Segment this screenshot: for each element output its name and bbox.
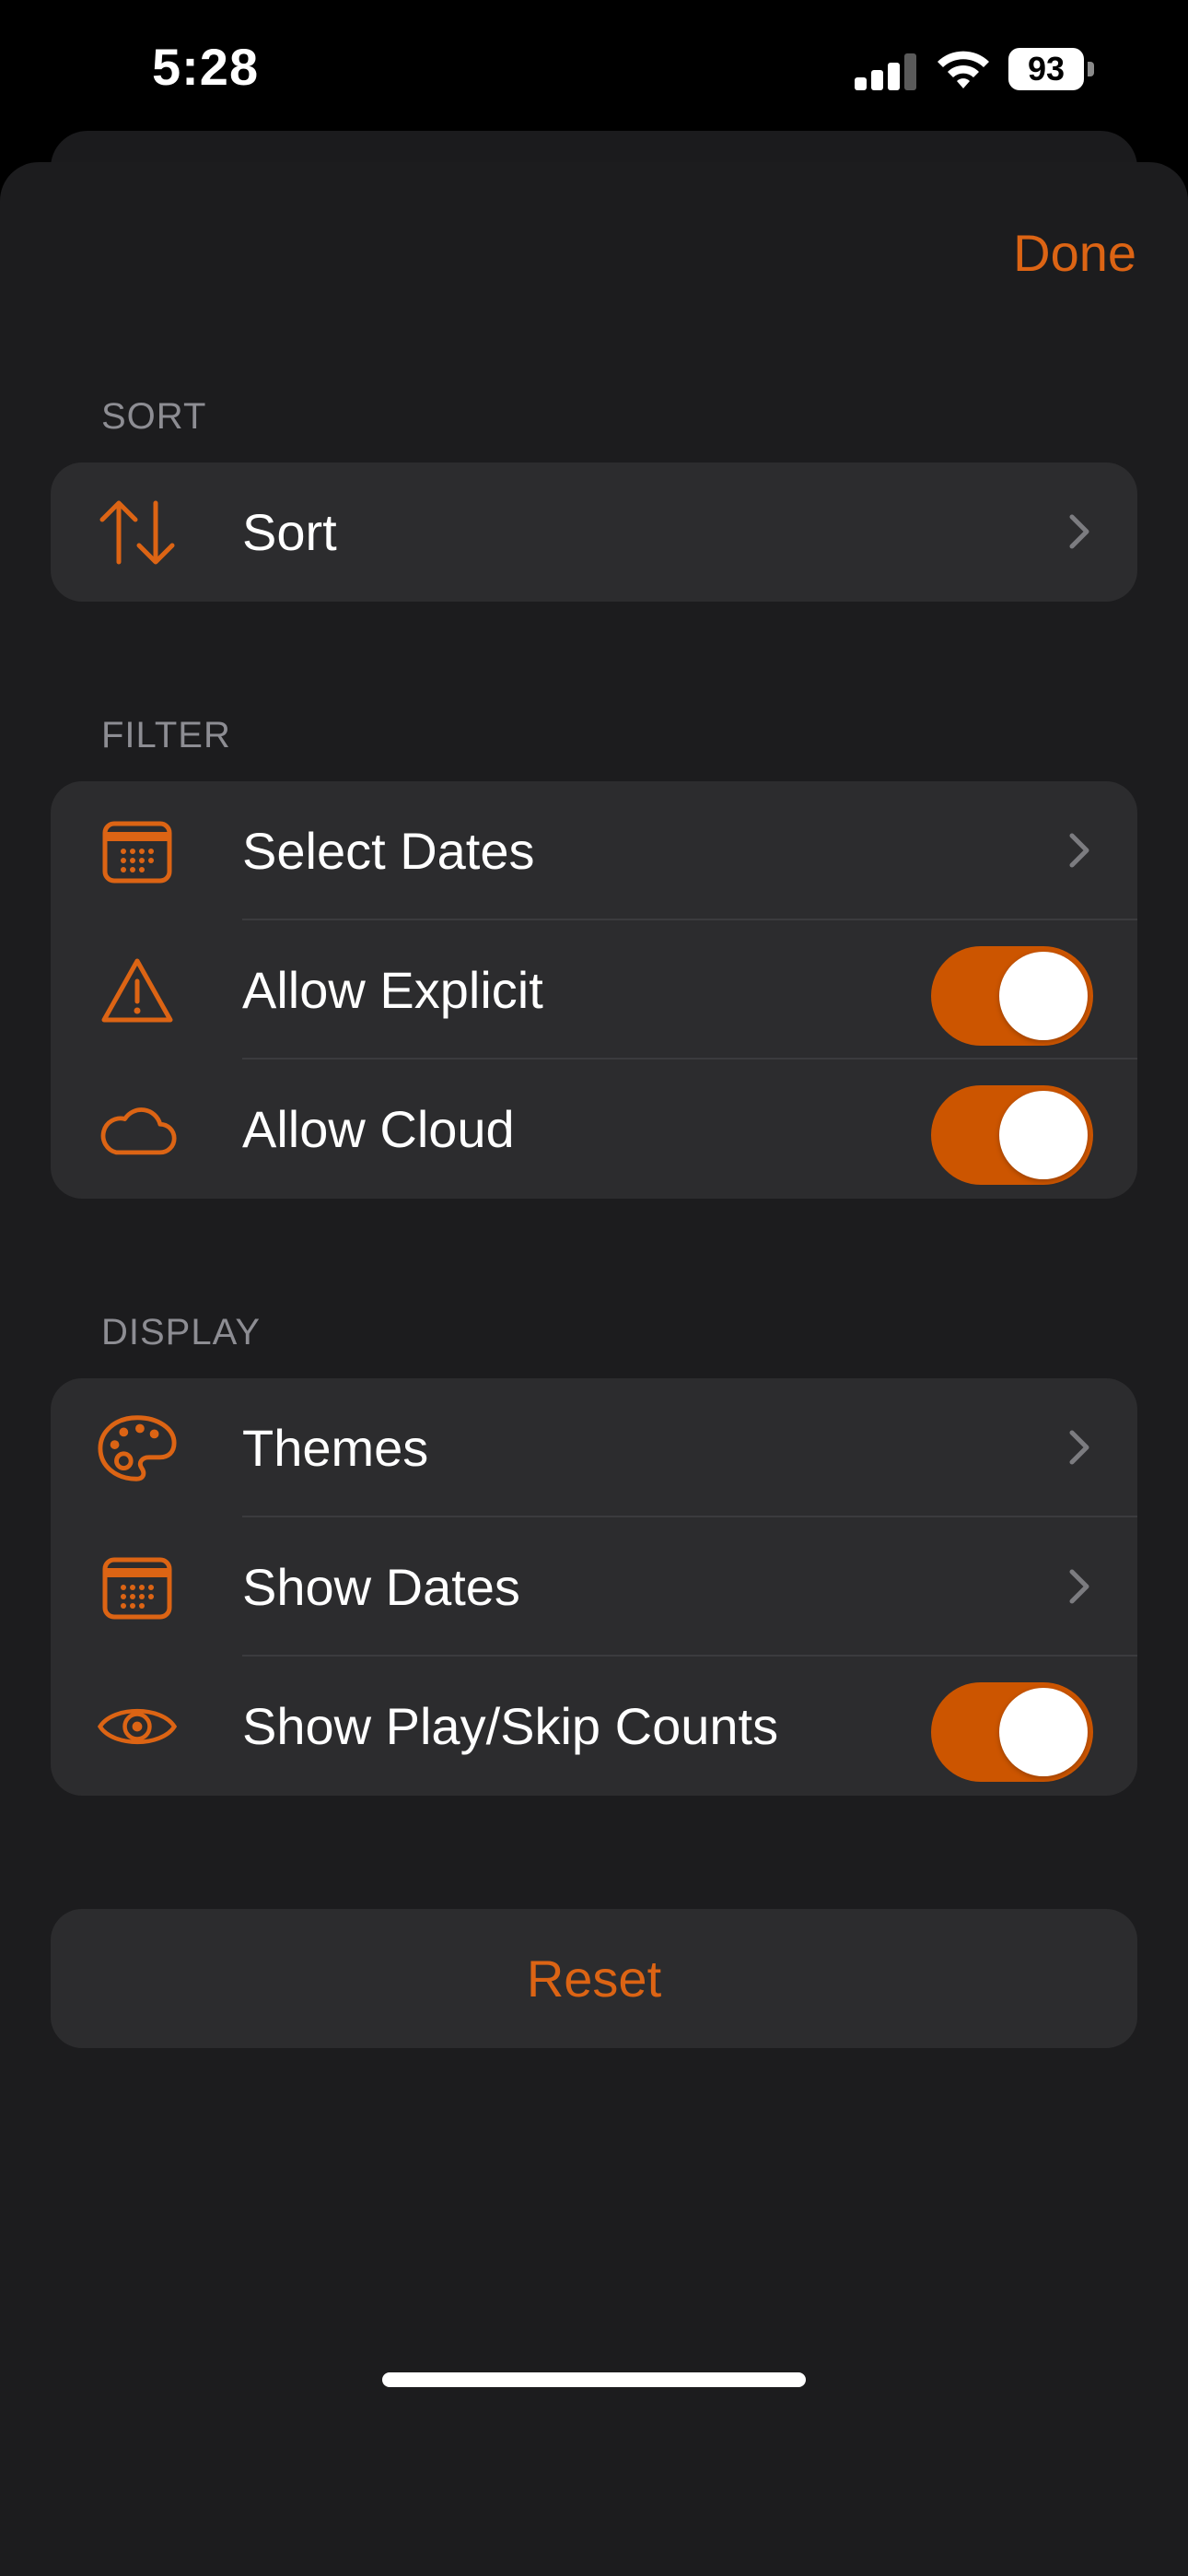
- section-header-sort: SORT: [101, 396, 207, 437]
- palette-icon: [97, 1408, 178, 1489]
- calendar-icon: [97, 811, 178, 892]
- sort-arrows-icon: [97, 492, 178, 573]
- themes-row[interactable]: Themes: [51, 1378, 1137, 1517]
- status-bar: 5:28 93: [0, 0, 1188, 138]
- themes-label: Themes: [242, 1419, 429, 1477]
- chevron-right-icon: [1069, 1430, 1089, 1465]
- show-dates-label: Show Dates: [242, 1558, 520, 1616]
- section-header-filter: FILTER: [101, 715, 231, 755]
- sort-row[interactable]: Sort: [51, 463, 1137, 602]
- sort-label: Sort: [242, 503, 337, 561]
- show-play-skip-counts-label: Show Play/Skip Counts: [242, 1697, 779, 1755]
- chevron-right-icon: [1069, 1569, 1089, 1604]
- battery-icon: 93: [1008, 48, 1096, 90]
- calendar-icon: [97, 1547, 178, 1628]
- display-group: Themes Show Dates Show Play/Skip Counts: [51, 1378, 1137, 1796]
- filter-group: Select Dates Allow Explicit Allow Cloud: [51, 781, 1137, 1199]
- chevron-right-icon: [1069, 833, 1089, 868]
- allow-cloud-label: Allow Cloud: [242, 1100, 515, 1158]
- chevron-right-icon: [1069, 514, 1089, 549]
- show-play-skip-counts-toggle[interactable]: [931, 1682, 1093, 1782]
- allow-explicit-toggle[interactable]: [931, 946, 1093, 1046]
- cellular-signal-icon: [855, 52, 917, 90]
- allow-explicit-row: Allow Explicit: [51, 920, 1137, 1060]
- wifi-icon: [938, 51, 989, 88]
- section-header-display: DISPLAY: [101, 1312, 261, 1352]
- show-play-skip-counts-row: Show Play/Skip Counts: [51, 1657, 1137, 1796]
- battery-level: 93: [1008, 48, 1084, 90]
- settings-sheet: Done SORT Sort FILTER Select Dates Allow…: [0, 162, 1188, 2576]
- reset-button[interactable]: Reset: [51, 1909, 1137, 2048]
- cloud-icon: [97, 1089, 178, 1170]
- home-indicator: [382, 2372, 806, 2387]
- select-dates-row[interactable]: Select Dates: [51, 781, 1137, 920]
- eye-icon: [97, 1686, 178, 1767]
- sort-group: Sort: [51, 463, 1137, 602]
- done-button[interactable]: Done: [1013, 223, 1136, 283]
- show-dates-row[interactable]: Show Dates: [51, 1517, 1137, 1657]
- allow-cloud-row: Allow Cloud: [51, 1060, 1137, 1199]
- warning-triangle-icon: [97, 950, 178, 1031]
- allow-explicit-label: Allow Explicit: [242, 961, 543, 1019]
- select-dates-label: Select Dates: [242, 822, 535, 880]
- allow-cloud-toggle[interactable]: [931, 1085, 1093, 1185]
- status-time: 5:28: [152, 38, 260, 96]
